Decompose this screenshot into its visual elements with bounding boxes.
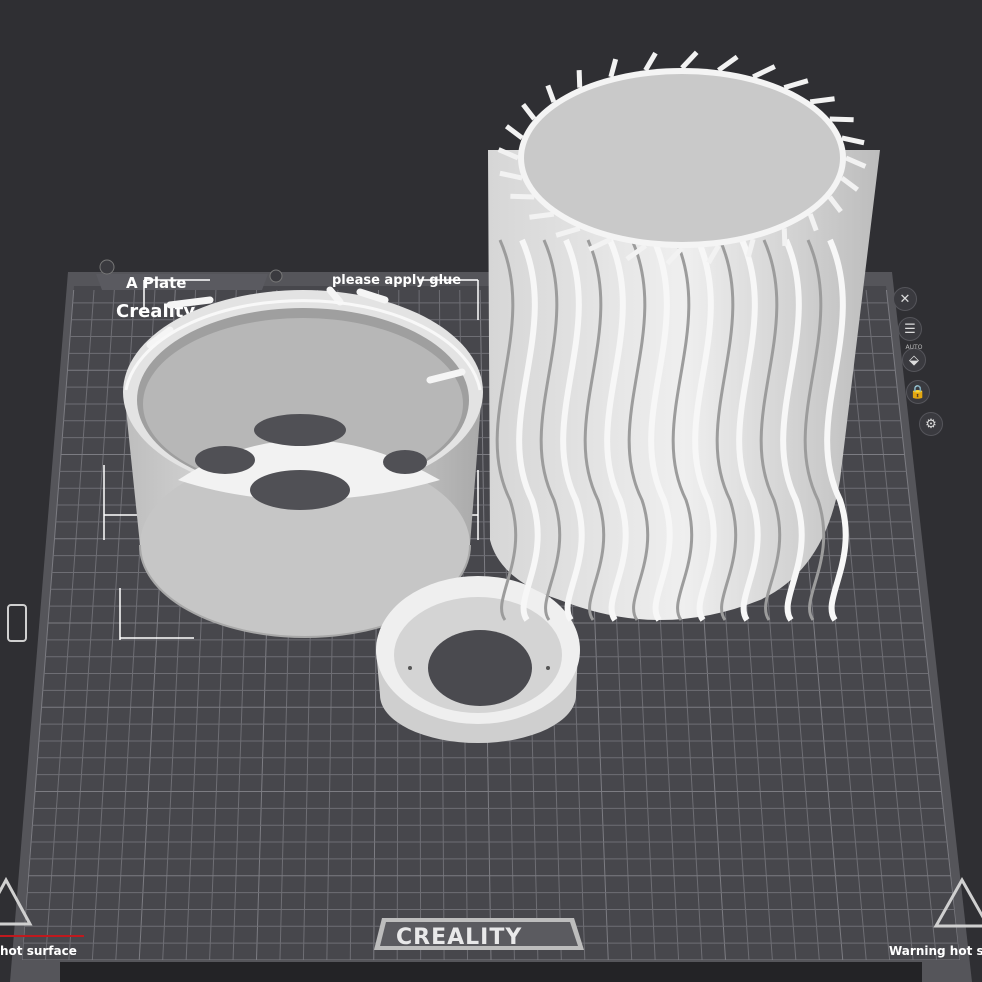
settings-icon: ⚙ (925, 416, 937, 432)
arrange-icon: ☰ (904, 321, 916, 337)
plate-edit-icon[interactable] (99, 259, 115, 275)
rim-fin (717, 54, 739, 73)
auto-orient-icon: ⬙ (909, 352, 919, 368)
rim-fin (643, 51, 658, 72)
rim-fin (680, 50, 699, 70)
warning-left-text: hot surface (0, 944, 77, 958)
settings-button[interactable]: ⚙ (919, 412, 943, 436)
plate-tab[interactable]: A Plate (96, 259, 283, 292)
close-icon: ✕ (899, 291, 911, 307)
3d-viewport[interactable]: A Plate Creality please apply glue CREAL… (0, 0, 982, 982)
plate-tab-dot-icon (269, 269, 283, 283)
rim-fin (781, 228, 788, 246)
bed-brand-label: CREALITY (396, 925, 522, 950)
rim-fin (608, 58, 619, 78)
warning-right-text: Warning hot s (889, 944, 982, 958)
rim-fin (809, 96, 835, 105)
auto-orient-button[interactable]: ⬙ AUTO (902, 344, 926, 372)
rim-fin (510, 193, 535, 200)
rim-fin (841, 135, 865, 146)
rim-fin (529, 211, 555, 220)
rim-fin (752, 64, 776, 80)
rim-fin (829, 116, 854, 123)
bed-side-logo-icon (7, 604, 27, 642)
rim-fin (576, 70, 583, 88)
rim-fin (545, 84, 557, 103)
bed-brand-plate: CREALITY (374, 918, 584, 950)
model-cylinder-holder[interactable] (123, 286, 483, 638)
rim-fin (783, 78, 809, 91)
arrange-button[interactable]: ☰ (898, 317, 922, 341)
plate-tab-label: A Plate (126, 274, 186, 292)
close-button[interactable]: ✕ (893, 287, 917, 311)
lock-button[interactable]: 🔒 (906, 380, 930, 404)
lock-icon: 🔒 (909, 384, 927, 400)
model-ring[interactable] (376, 576, 580, 743)
auto-label: AUTO (905, 344, 923, 351)
rim-fin (504, 124, 524, 140)
rim-fin (521, 102, 537, 121)
model-twisted-vase[interactable] (488, 50, 880, 622)
